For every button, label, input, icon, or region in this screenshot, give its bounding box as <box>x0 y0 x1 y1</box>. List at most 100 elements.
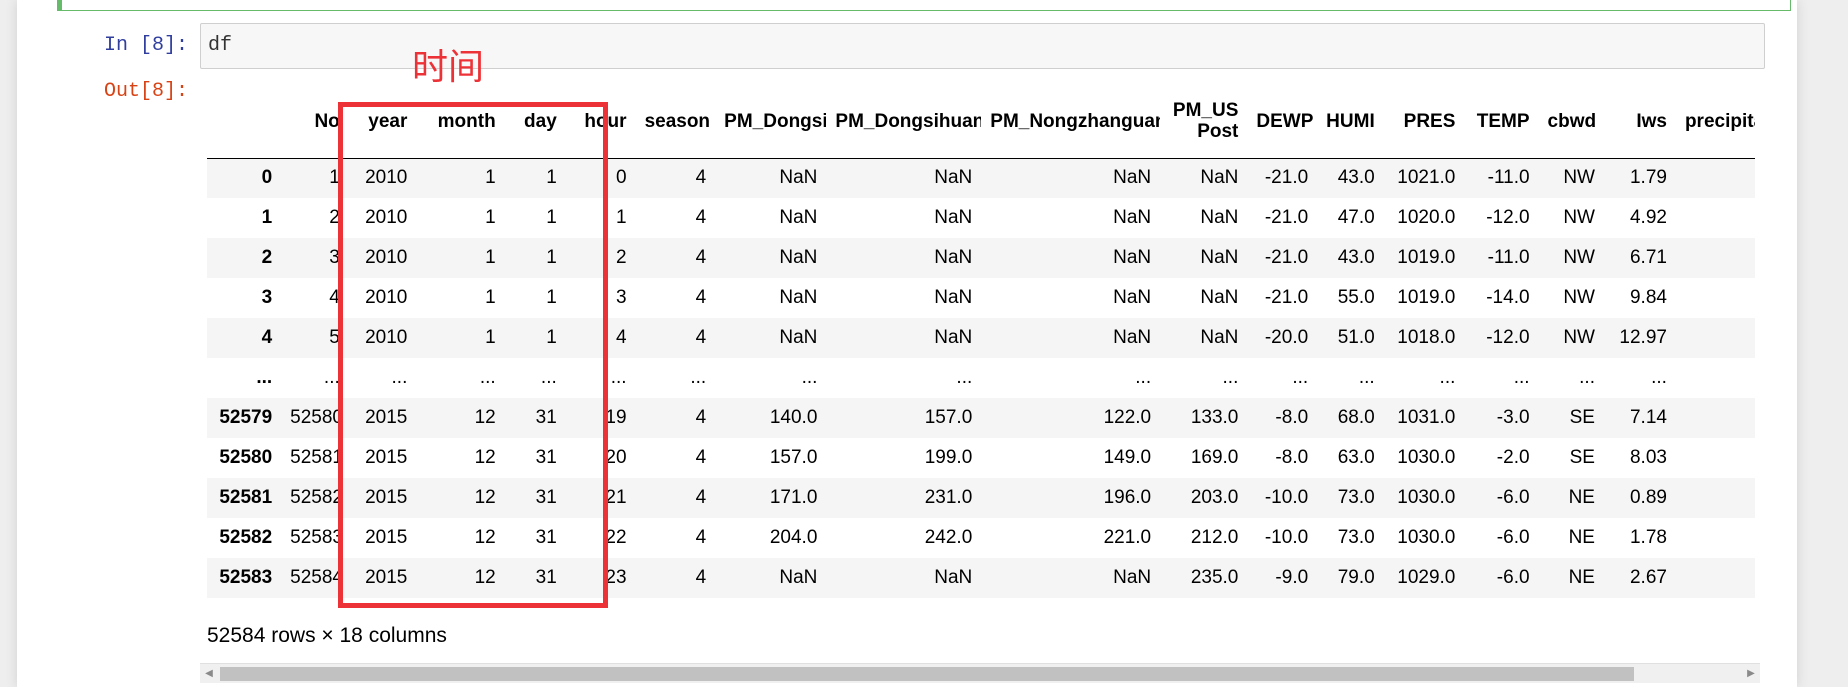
table-cell <box>1676 198 1755 238</box>
column-header: PM_Dongsi <box>724 110 827 132</box>
table-cell: 12 <box>474 487 496 508</box>
column-header: precipitation <box>1684 110 1755 132</box>
table-row: 4 5 2010 1 1 4 4 NaN NaN NaN NaN -20.0 51.0 1018.0 -12… <box>207 318 1755 358</box>
table-cell: ... <box>479 367 496 388</box>
table-cell: 43.0 <box>1337 167 1375 189</box>
table-cell: ... <box>690 367 707 388</box>
table-cell: -20.0 <box>1264 327 1309 348</box>
table-cell: 12 <box>474 407 496 428</box>
table-cell: 4 <box>695 167 707 189</box>
table-cell: 1031.0 <box>1397 407 1456 428</box>
dataframe-table: No year month day hour season PM_Dongsi PM_Dong… <box>207 85 1755 598</box>
scroll-left-arrow-icon[interactable]: ◀ <box>200 664 218 684</box>
table-cell: 3 <box>615 287 627 308</box>
table-cell: 171.0 <box>769 487 818 508</box>
table-cell: 1.79 <box>1629 167 1667 189</box>
row-index: 52579 <box>219 407 273 428</box>
scroll-right-arrow-icon[interactable]: ▶ <box>1742 664 1760 684</box>
row-index: 52582 <box>219 527 273 548</box>
table-cell: 4 <box>695 527 707 548</box>
row-index: 52581 <box>219 487 273 508</box>
table-cell: NE <box>1568 527 1595 548</box>
table-cell: 2015 <box>365 527 408 548</box>
table-cell: 4 <box>695 327 707 348</box>
table-cell: 1 <box>329 167 340 189</box>
table-cell: 31 <box>535 407 557 428</box>
table-cell: 2015 <box>365 447 408 468</box>
table-cell: 157.0 <box>769 447 818 468</box>
horizontal-scrollbar[interactable]: ◀ ▶ <box>200 663 1760 683</box>
table-cell: NW <box>1563 247 1595 268</box>
table-cell: 1 <box>485 167 496 189</box>
table-cell <box>1676 478 1755 518</box>
row-index: 52580 <box>219 447 273 468</box>
table-cell: 43.0 <box>1337 247 1375 268</box>
table-cell: 2.67 <box>1629 567 1667 588</box>
table-cell: 122.0 <box>1103 407 1152 428</box>
table-cell: 23 <box>605 567 627 588</box>
table-cell: 196.0 <box>1103 487 1152 508</box>
column-header: DEWP <box>1256 110 1314 132</box>
table-cell: 212.0 <box>1190 527 1239 548</box>
table-cell: 1 <box>546 287 557 308</box>
table-cell <box>1676 438 1755 478</box>
table-cell: NaN <box>934 167 973 189</box>
table-cell: NaN <box>934 247 973 268</box>
table-cell: -3.0 <box>1496 407 1530 428</box>
table-cell: 149.0 <box>1103 447 1152 468</box>
table-cell: 0.89 <box>1629 487 1667 508</box>
column-header: Iws <box>1636 110 1667 132</box>
table-cell: ... <box>1579 367 1595 388</box>
column-header: PM_Dongsihuan <box>835 110 982 132</box>
table-cell: 1021.0 <box>1397 167 1456 189</box>
table-cell: 52580 <box>290 407 343 428</box>
table-cell: 6.71 <box>1629 247 1667 268</box>
table-cell: 2010 <box>365 287 408 308</box>
column-header: cbwd <box>1547 110 1597 132</box>
table-row: 52583 52584 2015 12 31 23 4 NaN NaN NaN 235.0 -9.0 7… <box>207 558 1755 598</box>
table-cell: 204.0 <box>769 527 818 548</box>
table-cell: 1019.0 <box>1397 247 1456 268</box>
table-cell: 1030.0 <box>1397 527 1456 548</box>
table-cell: 63.0 <box>1337 447 1375 468</box>
table-cell: NaN <box>1113 207 1152 228</box>
table-cell: -21.0 <box>1264 247 1309 268</box>
table-cell: 68.0 <box>1337 407 1375 428</box>
table-cell: 157.0 <box>924 407 973 428</box>
table-cell: 4 <box>695 207 707 228</box>
table-cell: 242.0 <box>924 527 973 548</box>
table-cell: ... <box>391 367 408 388</box>
table-cell: NE <box>1568 567 1595 588</box>
table-cell: NaN <box>934 567 973 588</box>
column-header <box>207 85 281 158</box>
table-cell: NW <box>1563 327 1595 348</box>
table-cell: SE <box>1569 407 1595 428</box>
table-cell: 1 <box>546 207 557 228</box>
table-cell: 19 <box>605 407 627 428</box>
column-header: PM_US Post <box>1172 100 1239 143</box>
table-cell: NaN <box>1200 167 1239 189</box>
table-cell: 4.92 <box>1629 207 1667 228</box>
table-cell: NaN <box>779 247 818 268</box>
column-header: month <box>437 110 496 132</box>
scrollbar-thumb[interactable] <box>220 667 1634 681</box>
table-cell: ... <box>610 367 627 388</box>
row-index: 1 <box>261 207 273 228</box>
table-cell: 4 <box>695 567 707 588</box>
table-cell: NaN <box>1200 327 1239 348</box>
table-cell: NaN <box>934 207 973 228</box>
table-cell: 20 <box>605 447 627 468</box>
output-prompt: Out[8]: <box>103 80 188 103</box>
table-cell: 52581 <box>290 447 343 468</box>
table-cell: 12 <box>474 567 496 588</box>
table-cell: ... <box>956 367 973 388</box>
row-index: 52583 <box>219 567 273 588</box>
table-cell: ... <box>540 367 557 388</box>
table-cell: 1030.0 <box>1397 447 1456 468</box>
previous-cell-border[interactable] <box>57 0 1791 11</box>
table-cell: NaN <box>779 207 818 228</box>
table-cell: 2010 <box>365 207 408 228</box>
table-cell <box>1676 518 1755 558</box>
table-cell: 3 <box>329 247 340 268</box>
table-cell: 1030.0 <box>1397 487 1456 508</box>
